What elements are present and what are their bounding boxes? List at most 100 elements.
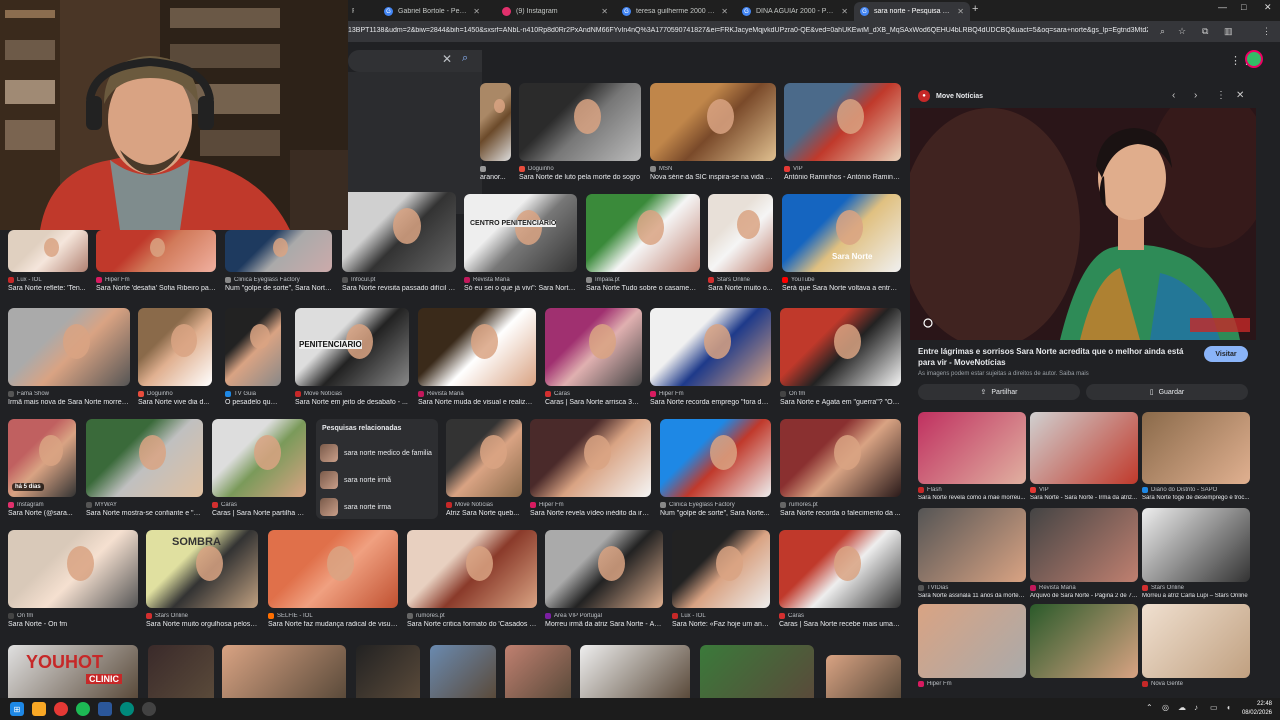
image-caption[interactable]: Sara Norte foge de desemprego e troc... (1142, 495, 1250, 501)
related-image[interactable]: Stars Online Morreu a atriz Carla Lupi – … (1142, 508, 1250, 604)
tab-close-icon[interactable]: ✕ (957, 7, 964, 16)
image-thumbnail[interactable] (519, 83, 641, 161)
image-thumbnail[interactable] (446, 419, 522, 497)
image-source[interactable]: Caras (212, 502, 306, 508)
image-thumbnail[interactable] (780, 308, 901, 386)
star-icon[interactable]: ☆ (1178, 26, 1186, 37)
image-source[interactable] (480, 166, 511, 172)
image-source[interactable]: Impala.pt (586, 277, 700, 283)
image-caption[interactable]: aranor... (480, 174, 511, 181)
related-image[interactable]: Hiper Fm (918, 604, 1026, 700)
image-caption[interactable]: Arquivo de Sara Norte - Página 2 de 7 -.… (1030, 593, 1138, 599)
image-source[interactable]: Stars Online (1142, 585, 1250, 591)
image-thumbnail[interactable]: SOMBRA (146, 530, 258, 608)
image-caption[interactable]: Sara Norte muda de visual e realiza ... (418, 399, 536, 406)
more-options-icon[interactable]: ⋮ (1216, 90, 1226, 101)
image-thumbnail[interactable] (1030, 604, 1138, 678)
tab-close-icon[interactable]: ✕ (601, 7, 608, 16)
image-caption[interactable]: Sara Norte reflete: 'Ten... (8, 285, 88, 292)
image-source[interactable]: MYWAY (86, 502, 203, 508)
image-source[interactable]: Instagram (8, 502, 76, 508)
image-source[interactable]: Revista Maria (418, 391, 536, 397)
image-source[interactable]: Stars Online (708, 277, 773, 283)
clear-search-icon[interactable]: ✕ (442, 52, 452, 66)
image-source[interactable]: Fama Show (8, 391, 130, 397)
image-caption[interactable]: Sara Norte revela vídeo inédito da irm..… (530, 510, 651, 517)
panel-source[interactable]: ● Move Notícias (918, 90, 983, 102)
image-caption[interactable]: Só eu sei o que já vivi": Sara Norte... (464, 285, 577, 292)
related-image[interactable]: TVIDias Sara Norte assinala 11 anos da mo… (918, 508, 1026, 604)
image-source[interactable]: On fm (8, 613, 138, 619)
image-result[interactable]: Doguinho Sara Norte vive dia d... (138, 308, 212, 410)
image-source[interactable]: On fm (780, 391, 901, 397)
image-thumbnail[interactable] (1030, 508, 1138, 582)
image-result[interactable]: Hiper Fm Sara Norte revela vídeo inédito … (530, 419, 651, 521)
image-thumbnail[interactable] (1142, 412, 1250, 484)
tab-gabriel-bortole[interactable]: GGabriel Bortole - Pesquisa Goo✕ (378, 2, 486, 21)
image-thumbnail[interactable] (148, 645, 214, 698)
image-result[interactable]: Doguinho Sara Norte de luto pela morte do… (519, 83, 641, 185)
minimize-button[interactable]: — (1218, 2, 1227, 12)
related-image[interactable]: Nova Gente (1142, 604, 1250, 700)
mic-icon[interactable]: ♪ (1194, 703, 1198, 712)
image-caption[interactable]: Caras | Sara Norte recebe mais uma v... (779, 621, 901, 628)
image-thumbnail[interactable] (212, 419, 306, 497)
image-result[interactable]: On fm Sara Norte e Ágata em "guerra"? "Oh… (780, 308, 901, 410)
system-clock[interactable]: 22:48 08/02/2026 (1242, 700, 1272, 718)
image-thumbnail[interactable] (86, 419, 203, 497)
cloud-icon[interactable]: ☁ (1178, 703, 1186, 712)
sidepanel-icon[interactable]: ▥ (1224, 26, 1233, 37)
image-thumbnail[interactable] (650, 308, 771, 386)
tab-teresa-guilherme[interactable]: Gteresa guilherme 2000 - Pesqu✕ (616, 2, 734, 21)
image-thumbnail[interactable] (580, 645, 690, 698)
related-item[interactable]: sara norte irmã (320, 470, 434, 490)
image-caption[interactable]: Num "golpe de sorte", Sara Norte... (225, 285, 332, 292)
image-caption[interactable]: Sara Norte de luto pela morte do sogro (519, 174, 641, 181)
network-icon[interactable]: ◎ (1162, 703, 1169, 712)
search-icon[interactable]: ⌕ (1160, 26, 1165, 37)
image-thumbnail[interactable]: CENTRO PENITENCIARIO (464, 194, 577, 272)
spotify-icon[interactable] (76, 702, 90, 716)
related-image[interactable]: Revista Maria Arquivo de Sara Norte - Pág… (1030, 508, 1138, 604)
image-caption[interactable]: Sara Norte revisita passado difícil e ..… (342, 285, 456, 292)
image-thumbnail[interactable] (8, 530, 138, 608)
image-source[interactable]: Hiper Fm (918, 681, 1026, 687)
tab-close-icon[interactable]: ✕ (841, 7, 848, 16)
file-explorer-icon[interactable] (32, 702, 46, 716)
image-caption[interactable]: Atriz Sara Norte queb... (446, 510, 522, 517)
image-source[interactable]: Stars Online (146, 613, 258, 619)
image-result[interactable]: Fama Show Irmã mais nova de Sara Norte mo… (8, 308, 130, 410)
word-icon[interactable] (98, 702, 112, 716)
image-result[interactable]: aranor... (480, 83, 511, 185)
image-caption[interactable]: Sara Norte (@sara... (8, 510, 76, 517)
image-source[interactable]: Caras (779, 613, 901, 619)
image-caption[interactable]: Sara Norte Tudo sobre o casament... (586, 285, 700, 292)
image-source[interactable]: SELFIE - IOL (268, 613, 398, 619)
image-result[interactable]: Caras Caras | Sara Norte arrisca 30 ... (545, 308, 642, 410)
image-caption[interactable]: Sara Norte vive dia d... (138, 399, 212, 406)
image-caption[interactable]: Sara Norte faz mudança radical de visual… (268, 621, 398, 628)
image-source[interactable]: Clinica Eyeglass Factory (225, 277, 332, 283)
image-thumbnail[interactable] (225, 308, 281, 386)
image-result[interactable]: SELFIE - IOL Sara Norte faz mudança radic… (268, 530, 398, 632)
url-text[interactable]: 13BPT1138&udm=2&biw=2844&bih=1450&sxsrf=… (348, 27, 1148, 34)
image-result[interactable]: SOMBRA Stars Online Sara Norte muito orgul… (146, 530, 258, 632)
image-thumbnail[interactable] (505, 645, 571, 698)
image-thumbnail[interactable] (407, 530, 537, 608)
image-result[interactable]: MSN Nova série da SIC inspira-se na vida … (650, 83, 776, 185)
image-thumbnail[interactable] (779, 530, 901, 608)
image-source[interactable]: TVIDias (918, 585, 1026, 591)
image-caption[interactable]: Sara Norte muito o... (708, 285, 773, 292)
image-result[interactable]: Lux - IOL Sara Norte: «Faz hoje um ano... (672, 530, 770, 632)
tab-close-icon[interactable]: ✕ (473, 7, 480, 16)
chrome-icon[interactable] (54, 702, 68, 716)
image-source[interactable]: MSN (650, 166, 776, 172)
image-result[interactable]: PENITENCIARIO Move Notícias Sara Norte em … (295, 308, 409, 410)
image-result[interactable]: Caras Caras | Sara Norte recebe mais uma … (779, 530, 901, 632)
image-caption[interactable]: Morreu a atriz Carla Lupi – Stars Online (1142, 593, 1250, 599)
image-thumbnail[interactable] (1142, 604, 1250, 678)
maximize-button[interactable]: □ (1241, 2, 1246, 12)
image-caption[interactable]: Sara Norte em jeito de desabafo - ... (295, 399, 409, 406)
image-result[interactable]: rumores.pt Sara Norte critica formato do … (407, 530, 537, 632)
image-thumbnail[interactable] (1142, 508, 1250, 582)
